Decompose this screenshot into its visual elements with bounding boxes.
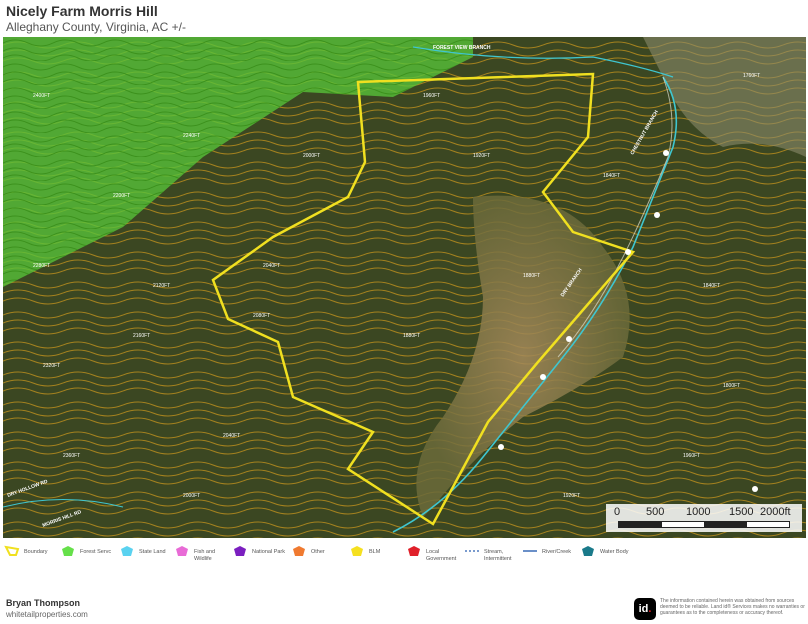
contour-label: 2320FT bbox=[43, 363, 60, 369]
map-subtitle: Alleghany County, Virginia, AC +/- bbox=[6, 20, 186, 34]
legend-item-forest-service: Forest Servc bbox=[60, 545, 111, 557]
legend-item-local-government: Local Government bbox=[406, 545, 460, 562]
state-land-icon bbox=[121, 546, 133, 556]
disclaimer-text: The information contained herein was obt… bbox=[660, 598, 805, 616]
scale-segments bbox=[618, 521, 790, 528]
route-marker bbox=[566, 336, 572, 342]
contour-label: 1880FT bbox=[403, 333, 420, 339]
scale-label: 1500 bbox=[729, 506, 754, 518]
legend-item-state-land: State Land bbox=[119, 545, 166, 557]
legend-label: State Land bbox=[139, 549, 166, 555]
local-government-icon bbox=[408, 546, 420, 556]
blm-icon bbox=[351, 546, 363, 556]
legend-item-national-park: National Park bbox=[232, 545, 285, 557]
other-land-icon bbox=[293, 546, 305, 556]
scale-bar: 0 500 1000 1500 2000ft bbox=[606, 504, 802, 532]
contour-label: 2400FT bbox=[33, 93, 50, 99]
legend-label: Local Government bbox=[426, 549, 457, 562]
contour-label: 2120FT bbox=[153, 283, 170, 289]
contour-label: 1920FT bbox=[563, 493, 580, 499]
legend-label: Water Body bbox=[600, 549, 629, 555]
route-marker bbox=[540, 374, 546, 380]
contour-label: 1760FT bbox=[743, 73, 760, 79]
legend-item-blm: BLM bbox=[349, 545, 380, 557]
water-body-icon bbox=[582, 546, 594, 556]
legend-label: Other bbox=[311, 549, 325, 555]
forest-service-icon bbox=[62, 546, 74, 556]
route-marker bbox=[498, 444, 504, 450]
scale-labels: 0 500 1000 1500 2000ft bbox=[606, 506, 802, 520]
scale-label: 1000 bbox=[686, 506, 711, 518]
legend-item-other: Other bbox=[291, 545, 325, 557]
contour-label: 1840FT bbox=[603, 173, 620, 179]
legend-item-boundary: Boundary bbox=[4, 545, 48, 557]
legend-item-fish-wildlife: Fish and Wildlife bbox=[174, 545, 220, 562]
contour-label: 2160FT bbox=[133, 333, 150, 339]
logo-text: id bbox=[638, 603, 649, 615]
contour-label: 1920FT bbox=[473, 153, 490, 159]
contour-label: 2200FT bbox=[113, 193, 130, 199]
contour-label: 2080FT bbox=[253, 313, 270, 319]
map-canvas[interactable]: 1960FT 2000FT 2040FT 2080FT 2120FT 2160F… bbox=[3, 37, 806, 538]
contour-label: 1840FT bbox=[703, 283, 720, 289]
contour-label: 2280FT bbox=[33, 263, 50, 269]
contour-label: 2040FT bbox=[223, 433, 240, 439]
agent-website[interactable]: whitetailproperties.com bbox=[6, 610, 88, 619]
route-marker bbox=[625, 249, 631, 255]
river-creek-icon bbox=[523, 550, 537, 552]
route-marker bbox=[752, 486, 758, 492]
contour-label: 2000FT bbox=[183, 493, 200, 499]
legend-label: Boundary bbox=[24, 549, 48, 555]
legend-label: National Park bbox=[252, 549, 286, 555]
road-label: FOREST VIEW BRANCH bbox=[433, 45, 491, 51]
legend-label: Stream, Intermittent bbox=[484, 549, 512, 562]
national-park-icon bbox=[234, 546, 246, 556]
contour-label: 1800FT bbox=[723, 383, 740, 389]
contour-label: 2000FT bbox=[303, 153, 320, 159]
legend-item-water-body: Water Body bbox=[580, 545, 629, 557]
legend-item-stream-intermittent: Stream, Intermittent bbox=[464, 545, 518, 562]
contour-label: 2240FT bbox=[183, 133, 200, 139]
land-id-logo: id. bbox=[634, 598, 656, 620]
route-marker bbox=[663, 150, 669, 156]
legend-label: River/Creek bbox=[542, 549, 572, 555]
legend: Boundary Forest Servc State Land Fish an… bbox=[4, 545, 804, 571]
contour-label: 1960FT bbox=[423, 93, 440, 99]
legend-label: Fish and Wildlife bbox=[194, 549, 216, 562]
agent-name: Bryan Thompson bbox=[6, 598, 81, 608]
stream-intermittent-icon bbox=[465, 550, 479, 552]
contour-label: 2360FT bbox=[63, 453, 80, 459]
scale-label: 0 bbox=[614, 506, 621, 518]
scale-label: 500 bbox=[646, 506, 665, 518]
route-marker bbox=[654, 212, 660, 218]
scale-label: 2000ft bbox=[760, 506, 791, 518]
map-title: Nicely Farm Morris Hill bbox=[6, 3, 158, 19]
contour-label: 1880FT bbox=[523, 273, 540, 279]
legend-item-river-creek: River/Creek bbox=[522, 545, 571, 557]
legend-label: BLM bbox=[369, 549, 381, 555]
contour-label: 2040FT bbox=[263, 263, 280, 269]
fish-wildlife-icon bbox=[176, 546, 188, 556]
boundary-icon bbox=[4, 545, 20, 556]
legend-label: Forest Servc bbox=[80, 549, 112, 555]
contour-label: 1960FT bbox=[683, 453, 700, 459]
map-view[interactable]: 1960FT 2000FT 2040FT 2080FT 2120FT 2160F… bbox=[3, 37, 806, 538]
